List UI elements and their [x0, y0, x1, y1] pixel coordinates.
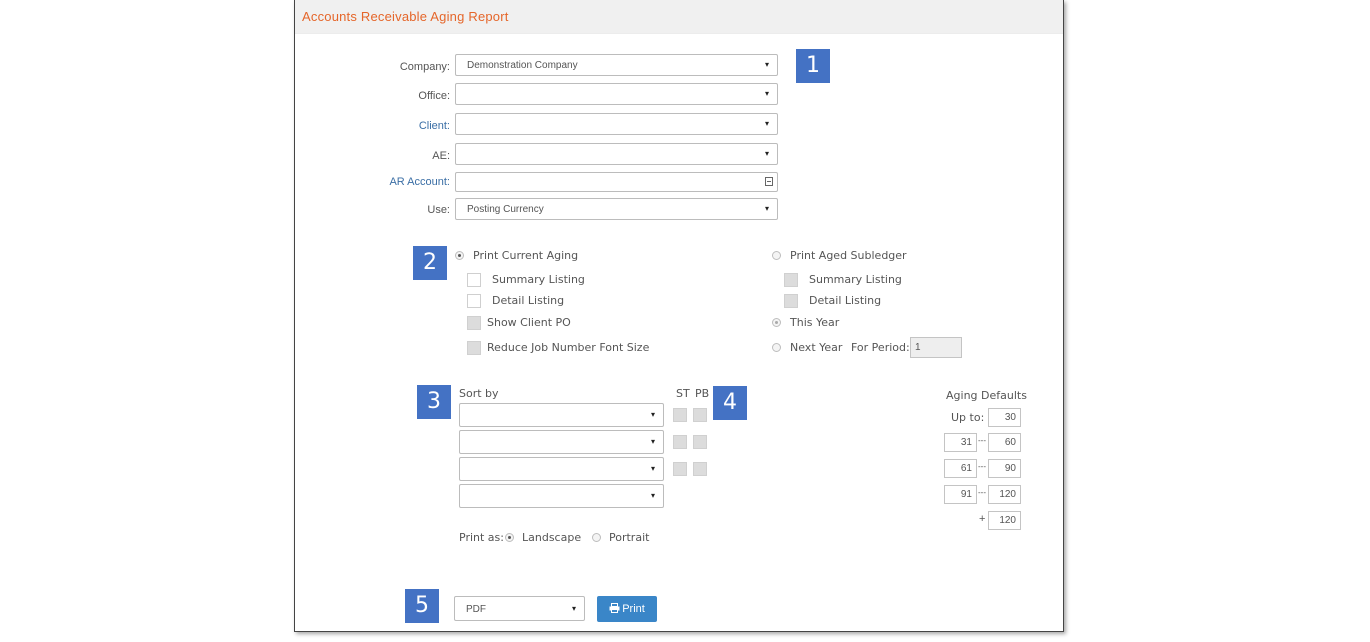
chevron-down-icon: ▾ [571, 604, 576, 613]
plus-label: + [979, 513, 986, 525]
st-checkbox-1[interactable] [673, 408, 687, 422]
use-select[interactable]: Posting Currency ▾ [455, 198, 778, 220]
current-summary-checkbox[interactable] [467, 273, 481, 287]
chevron-down-icon: ▾ [764, 149, 769, 158]
step-marker-4: 4 [713, 386, 747, 420]
lookup-icon[interactable] [765, 177, 773, 186]
client-select[interactable]: ▾ [455, 113, 778, 135]
sort-select-4[interactable]: ▾ [459, 484, 664, 508]
chevron-down-icon: ▾ [764, 60, 769, 69]
step-marker-1: 1 [796, 49, 830, 83]
reduce-font-checkbox[interactable] [467, 341, 481, 355]
pb-column-label: PB [695, 387, 710, 400]
chevron-down-icon: ▾ [764, 119, 769, 128]
next-year-radio[interactable] [772, 343, 781, 352]
ae-label: AE: [432, 150, 450, 162]
st-checkbox-3[interactable] [673, 462, 687, 476]
landscape-radio[interactable] [505, 533, 514, 542]
chevron-down-icon: ▾ [650, 437, 655, 446]
range-2-from-input[interactable]: 61 [944, 459, 977, 478]
aging-defaults-title: Aging Defaults [946, 389, 1027, 402]
chevron-down-icon: ▾ [650, 410, 655, 419]
step-marker-2: 2 [413, 246, 447, 280]
for-period-label: For Period: [851, 341, 910, 354]
current-summary-label: Summary Listing [492, 273, 585, 286]
client-label-link[interactable]: Client: [330, 120, 450, 132]
company-label: Company: [399, 61, 450, 73]
company-value: Demonstration Company [467, 60, 578, 71]
page-title: Accounts Receivable Aging Report [302, 9, 509, 24]
range-3-to-input[interactable]: 120 [988, 485, 1021, 504]
ar-account-input[interactable] [455, 172, 778, 192]
step-marker-3: 3 [417, 385, 451, 419]
pb-checkbox-1[interactable] [693, 408, 707, 422]
chevron-down-icon: ▾ [650, 491, 655, 500]
print-icon [609, 603, 620, 613]
range-3-from-input[interactable]: 91 [944, 485, 977, 504]
ae-select[interactable]: ▾ [455, 143, 778, 165]
show-client-po-label: Show Client PO [487, 316, 571, 329]
subledger-detail-label: Detail Listing [809, 294, 882, 307]
use-label: Use: [427, 204, 450, 216]
office-select[interactable]: ▾ [455, 83, 778, 105]
range-1-from-input[interactable]: 31 [944, 433, 977, 452]
output-format-value: PDF [466, 604, 486, 615]
st-column-label: ST [676, 387, 690, 400]
current-detail-label: Detail Listing [492, 294, 565, 307]
print-current-aging-label: Print Current Aging [473, 249, 579, 262]
portrait-label: Portrait [609, 531, 650, 544]
pb-checkbox-3[interactable] [693, 462, 707, 476]
output-format-select[interactable]: PDF ▾ [454, 596, 585, 621]
this-year-radio[interactable] [772, 318, 781, 327]
chevron-down-icon: ▾ [764, 204, 769, 213]
chevron-down-icon: ▾ [764, 89, 769, 98]
sort-select-1[interactable]: ▾ [459, 403, 664, 427]
sort-select-2[interactable]: ▾ [459, 430, 664, 454]
range-1-to-input[interactable]: 60 [988, 433, 1021, 452]
range-1-dash: --- [978, 436, 986, 445]
step-marker-5: 5 [405, 589, 439, 623]
subledger-detail-checkbox[interactable] [784, 294, 798, 308]
print-button[interactable]: Print [597, 596, 657, 622]
print-as-label: Print as: [459, 531, 504, 544]
print-aged-subledger-radio[interactable] [772, 251, 781, 260]
sort-by-label: Sort by [459, 387, 499, 400]
use-value: Posting Currency [467, 204, 544, 215]
office-label: Office: [418, 90, 450, 102]
landscape-label: Landscape [522, 531, 582, 544]
title-bar: Accounts Receivable Aging Report [295, 0, 1063, 34]
chevron-down-icon: ▾ [650, 464, 655, 473]
print-current-aging-radio[interactable] [455, 251, 464, 260]
plus-input[interactable]: 120 [988, 511, 1021, 530]
ar-account-label-link[interactable]: AR Account: [330, 176, 450, 188]
st-checkbox-2[interactable] [673, 435, 687, 449]
up-to-label: Up to: [951, 411, 985, 424]
report-panel: Accounts Receivable Aging Report 1 Compa… [294, 0, 1064, 632]
for-period-input[interactable]: 1 [910, 337, 962, 358]
next-year-label: Next Year [790, 341, 843, 354]
portrait-radio[interactable] [592, 533, 601, 542]
print-button-label: Print [622, 603, 645, 615]
pb-checkbox-2[interactable] [693, 435, 707, 449]
company-select[interactable]: Demonstration Company ▾ [455, 54, 778, 76]
range-2-dash: --- [978, 462, 986, 471]
current-detail-checkbox[interactable] [467, 294, 481, 308]
show-client-po-checkbox[interactable] [467, 316, 481, 330]
range-2-to-input[interactable]: 90 [988, 459, 1021, 478]
reduce-font-label: Reduce Job Number Font Size [487, 341, 650, 354]
subledger-summary-checkbox[interactable] [784, 273, 798, 287]
subledger-summary-label: Summary Listing [809, 273, 902, 286]
up-to-input[interactable]: 30 [988, 408, 1021, 427]
range-3-dash: --- [978, 488, 986, 497]
this-year-label: This Year [790, 316, 840, 329]
sort-select-3[interactable]: ▾ [459, 457, 664, 481]
print-aged-subledger-label: Print Aged Subledger [790, 249, 907, 262]
